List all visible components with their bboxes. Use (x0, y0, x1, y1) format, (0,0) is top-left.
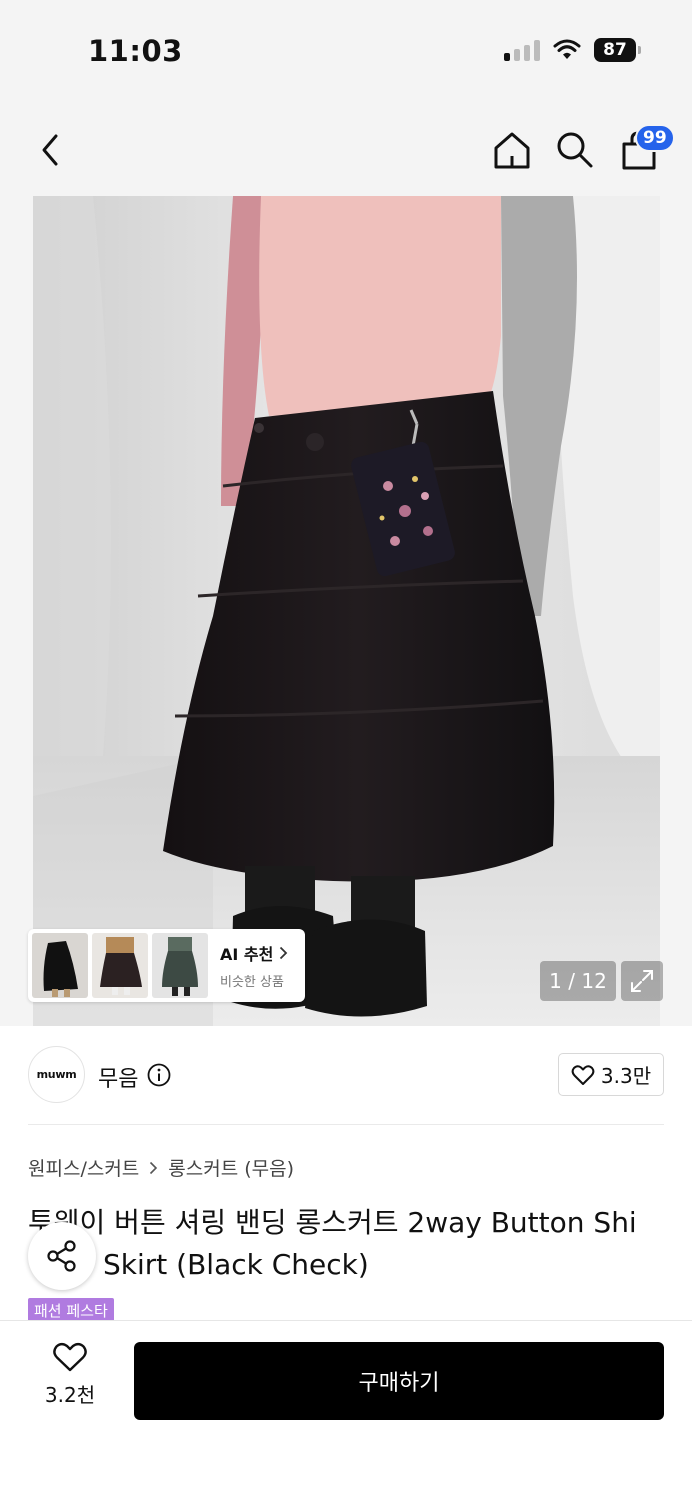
share-button[interactable] (28, 1222, 96, 1290)
ai-recommend-card[interactable]: AI 추천 비슷한 상품 (28, 929, 305, 1002)
breadcrumb-category[interactable]: 원피스/스커트 (28, 1154, 139, 1181)
back-icon (42, 134, 58, 166)
ai-recommend-thumbnail[interactable] (152, 933, 208, 998)
breadcrumb-subcategory[interactable]: 롱스커트 (무음) (168, 1154, 294, 1181)
product-title-line1: 투웨이 버튼 셔링 밴딩 롱스커트 2way Button Shi (28, 1206, 637, 1239)
product-photo (33, 196, 660, 1026)
expand-image-button[interactable] (621, 961, 663, 1001)
product-title: 투웨이 버튼 셔링 밴딩 롱스커트 2way Button Shi Skirt … (28, 1202, 678, 1286)
brand-name[interactable]: 무음 (98, 1061, 138, 1093)
back-button[interactable] (26, 126, 74, 174)
cellular-signal-icon (504, 39, 540, 61)
share-icon (47, 1240, 76, 1272)
cart-count-badge: 99 (635, 124, 675, 152)
product-title-line2: Skirt (Black Check) (103, 1248, 369, 1281)
breadcrumb: 원피스/스커트 롱스커트 (무음) (28, 1154, 294, 1181)
divider (28, 1124, 664, 1125)
wifi-icon (553, 39, 581, 59)
ai-recommend-text[interactable]: AI 추천 비슷한 상품 (220, 941, 288, 990)
wishlist-button[interactable]: 3.2천 (40, 1341, 100, 1408)
image-page-indicator: 1 / 12 (540, 961, 616, 1001)
info-icon[interactable] (147, 1063, 171, 1087)
search-icon (557, 132, 593, 168)
status-icons: 87 (504, 38, 641, 62)
search-button[interactable] (551, 126, 599, 174)
fashion-festa-tag: 패션 페스타 (28, 1298, 114, 1320)
status-time: 11:03 (88, 34, 183, 68)
ai-recommend-thumbnail[interactable] (32, 933, 88, 998)
brand-like-button[interactable]: 3.3만 (558, 1053, 664, 1096)
battery-icon: 87 (594, 38, 641, 62)
bottom-action-bar: 3.2천 구매하기 (0, 1320, 692, 1500)
top-nav-bar (0, 100, 692, 196)
expand-icon (631, 970, 653, 992)
home-icon (494, 132, 530, 169)
chevron-right-icon (150, 1161, 158, 1174)
ai-recommend-thumbnail[interactable] (92, 933, 148, 998)
chevron-right-icon (280, 946, 288, 960)
buy-button[interactable]: 구매하기 (134, 1342, 664, 1420)
heart-icon (571, 1064, 595, 1085)
ai-recommend-title-label: AI 추천 (220, 945, 274, 964)
home-button[interactable] (488, 126, 536, 174)
product-image[interactable] (33, 196, 660, 1026)
ai-recommend-subtitle: 비슷한 상품 (220, 975, 284, 990)
status-bar: 11:03 87 (0, 0, 692, 100)
brand-like-count: 3.3만 (600, 1064, 652, 1088)
brand-logo[interactable]: muwm (28, 1046, 85, 1103)
ai-recommend-title: AI 추천 (220, 941, 288, 965)
brand-row: muwm 무음 3.3만 (28, 1046, 664, 1106)
wishlist-count: 3.2천 (44, 1383, 96, 1407)
heart-icon (53, 1342, 87, 1372)
